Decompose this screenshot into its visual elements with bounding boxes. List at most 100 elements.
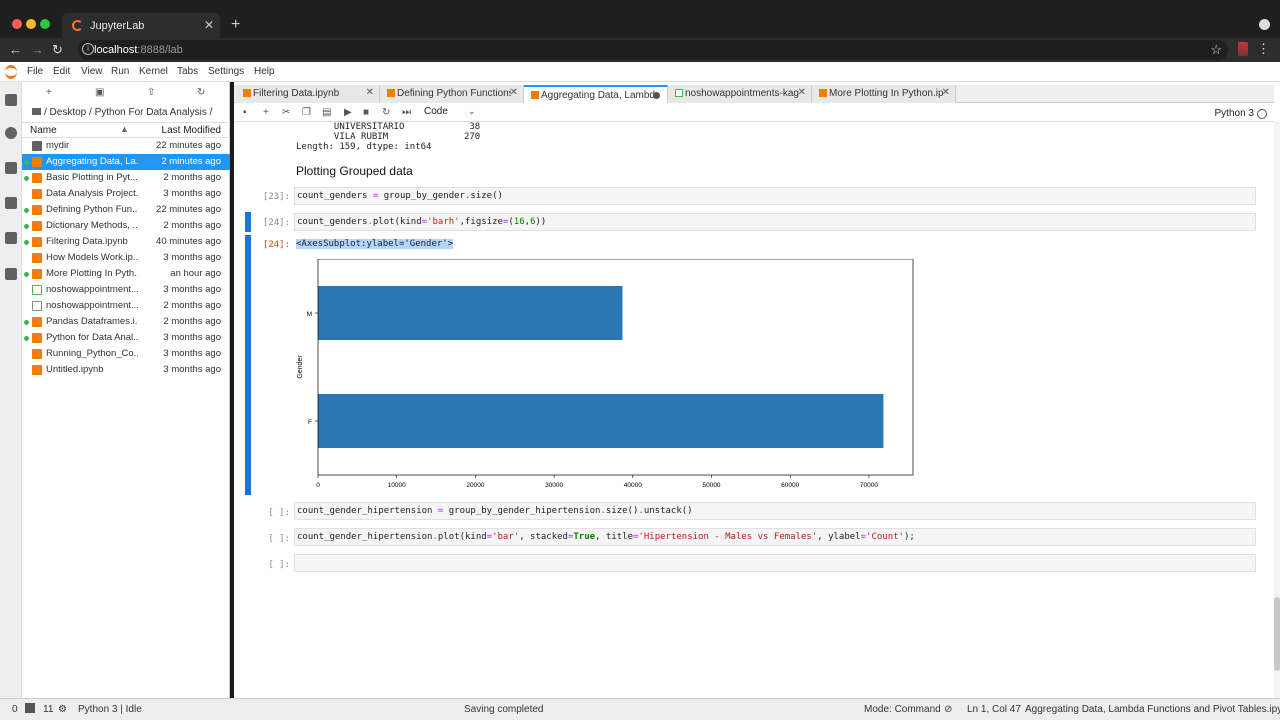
- code-cell-input[interactable]: count_gender_hipertension.plot(kind='bar…: [294, 528, 1256, 546]
- menu-edit[interactable]: Edit: [53, 66, 70, 77]
- file-row[interactable]: Filtering Data.ipynb 40 minutes ago: [22, 234, 230, 250]
- extension-icon[interactable]: [1238, 42, 1248, 56]
- output-collapser[interactable]: [245, 235, 251, 495]
- tabs-icon[interactable]: [5, 232, 17, 244]
- kernel-status-icon: [1257, 109, 1267, 119]
- file-name: Data Analysis Project...: [46, 188, 138, 199]
- breadcrumb[interactable]: / Desktop / Python For Data Analysis /: [32, 107, 212, 118]
- run-icon[interactable]: ▶: [344, 107, 352, 118]
- close-tab-icon[interactable]: ✕: [204, 18, 214, 32]
- kernel-status[interactable]: Python 3 | Idle: [78, 704, 142, 715]
- modified-column-header[interactable]: Last Modified: [162, 125, 221, 136]
- input-collapser[interactable]: [245, 212, 251, 232]
- terminal-count[interactable]: 11: [43, 704, 53, 715]
- cell-type-select[interactable]: Code: [424, 106, 448, 117]
- menu-run[interactable]: Run: [111, 66, 129, 77]
- notebook-icon: [32, 269, 42, 279]
- file-row[interactable]: Data Analysis Project... 3 months ago: [22, 186, 230, 202]
- unsaved-indicator-icon[interactable]: [653, 92, 660, 99]
- doc-tab[interactable]: Defining Python Functions. ✕: [380, 85, 524, 103]
- restart-run-all-icon[interactable]: ⏭: [402, 107, 411, 118]
- new-launcher-icon[interactable]: +: [46, 87, 52, 98]
- tab-search-icon[interactable]: [1259, 19, 1270, 30]
- file-modified: 3 months ago: [163, 284, 221, 295]
- menu-view[interactable]: View: [81, 66, 103, 77]
- restart-kernel-icon[interactable]: ↻: [382, 107, 390, 118]
- file-row[interactable]: Dictionary Methods, ... 2 months ago: [22, 218, 230, 234]
- save-icon[interactable]: ▪: [243, 107, 247, 118]
- notebook-icon: [32, 333, 42, 343]
- back-icon[interactable]: ←: [9, 42, 22, 57]
- file-row[interactable]: noshowappointment... 3 months ago: [22, 282, 230, 298]
- browser-tab[interactable]: JupyterLab ✕: [62, 13, 220, 38]
- code-cell-input[interactable]: [294, 554, 1256, 572]
- file-row[interactable]: Defining Python Fun... 22 minutes ago: [22, 202, 230, 218]
- spreadsheet-icon: [32, 285, 42, 295]
- notebook-scrollbar[interactable]: [1274, 122, 1280, 698]
- menu-kernel[interactable]: Kernel: [139, 66, 168, 77]
- cut-icon[interactable]: ✂: [282, 107, 290, 118]
- maximize-window-button[interactable]: [40, 19, 50, 29]
- no-trust-icon[interactable]: ⊘: [944, 704, 952, 715]
- new-tab-icon[interactable]: +: [231, 16, 240, 34]
- scrollbar-thumb[interactable]: [1274, 597, 1280, 671]
- close-tab-icon[interactable]: ✕: [510, 87, 518, 98]
- site-info-icon[interactable]: i: [82, 43, 94, 55]
- code-cell-input[interactable]: count_genders.plot(kind='barh',figsize=(…: [294, 213, 1256, 231]
- bookmark-star-icon[interactable]: ☆: [1210, 42, 1222, 58]
- copy-icon[interactable]: ❐: [302, 107, 311, 118]
- menu-tabs[interactable]: Tabs: [177, 66, 198, 77]
- insert-cell-icon[interactable]: +: [263, 107, 269, 118]
- running-sessions-icon[interactable]: [5, 127, 17, 139]
- paste-icon[interactable]: ▤: [322, 107, 331, 118]
- file-icon: [32, 301, 42, 311]
- close-window-button[interactable]: [12, 19, 22, 29]
- cell-prompt: [24]:: [262, 218, 290, 228]
- reload-icon[interactable]: ↻: [52, 42, 63, 58]
- menu-file[interactable]: File: [27, 66, 43, 77]
- code-cell-input[interactable]: count_genders = group_by_gender.size(): [294, 187, 1256, 205]
- file-row[interactable]: noshowappointment... 2 months ago: [22, 298, 230, 314]
- chevron-down-icon[interactable]: ⌄: [468, 106, 476, 117]
- command-palette-icon[interactable]: [5, 162, 17, 174]
- file-row[interactable]: Python for Data Anal... 3 months ago: [22, 330, 230, 346]
- file-name: noshowappointment...: [46, 284, 138, 295]
- browser-menu-icon[interactable]: ⋮: [1257, 41, 1270, 57]
- file-modified: 22 minutes ago: [156, 140, 221, 151]
- property-inspector-icon[interactable]: [5, 197, 17, 209]
- kernel-name[interactable]: Python 3: [1215, 108, 1254, 119]
- previous-output: UNIVERSITÁRIO 38 VILA RUBIM 270 Length: …: [296, 122, 481, 152]
- doc-tab[interactable]: noshowappointments-kagg ✕: [668, 85, 812, 103]
- code-cell-input[interactable]: count_gender_hipertension = group_by_gen…: [294, 502, 1256, 520]
- close-tab-icon[interactable]: ✕: [798, 87, 806, 98]
- folder-icon[interactable]: [5, 94, 17, 106]
- file-row[interactable]: Untitled.ipynb 3 months ago: [22, 362, 230, 378]
- doc-tab[interactable]: Aggregating Data, Lambda: [524, 85, 668, 103]
- url-field[interactable]: i localhost:8888/lab: [78, 40, 1228, 60]
- file-row[interactable]: mydir 22 minutes ago: [22, 138, 230, 154]
- upload-icon[interactable]: ⇧: [147, 87, 155, 98]
- name-column-header[interactable]: Name: [30, 125, 57, 136]
- close-tab-icon[interactable]: ✕: [366, 87, 374, 98]
- refresh-icon[interactable]: ↻: [197, 87, 205, 98]
- new-folder-icon[interactable]: ▣: [95, 87, 104, 98]
- file-row[interactable]: Pandas Dataframes.i... 2 months ago: [22, 314, 230, 330]
- file-row[interactable]: Aggregating Data, La... 2 minutes ago: [22, 154, 230, 170]
- menu-settings[interactable]: Settings: [208, 66, 244, 77]
- file-row[interactable]: Running_Python_Co... 3 months ago: [22, 346, 230, 362]
- file-row[interactable]: Basic Plotting in Pyt... 2 months ago: [22, 170, 230, 186]
- cursor-position[interactable]: Ln 1, Col 47: [967, 704, 1021, 715]
- extension-manager-icon[interactable]: [5, 268, 17, 280]
- file-row[interactable]: How Models Work.ip... 3 months ago: [22, 250, 230, 266]
- file-row[interactable]: More Plotting In Pyth... an hour ago: [22, 266, 230, 282]
- status-zero[interactable]: 0: [12, 704, 18, 715]
- forward-icon[interactable]: →: [31, 42, 44, 57]
- stop-icon[interactable]: ■: [363, 107, 369, 118]
- menu-help[interactable]: Help: [254, 66, 275, 77]
- minimize-window-button[interactable]: [26, 19, 36, 29]
- doc-tab[interactable]: More Plotting In Python.ipy ✕: [812, 85, 956, 103]
- doc-tab[interactable]: Filtering Data.ipynb ✕: [236, 85, 380, 103]
- jupyter-favicon-icon: [72, 20, 83, 31]
- close-tab-icon[interactable]: ✕: [942, 87, 950, 98]
- gear-icon[interactable]: ⚙: [58, 704, 67, 715]
